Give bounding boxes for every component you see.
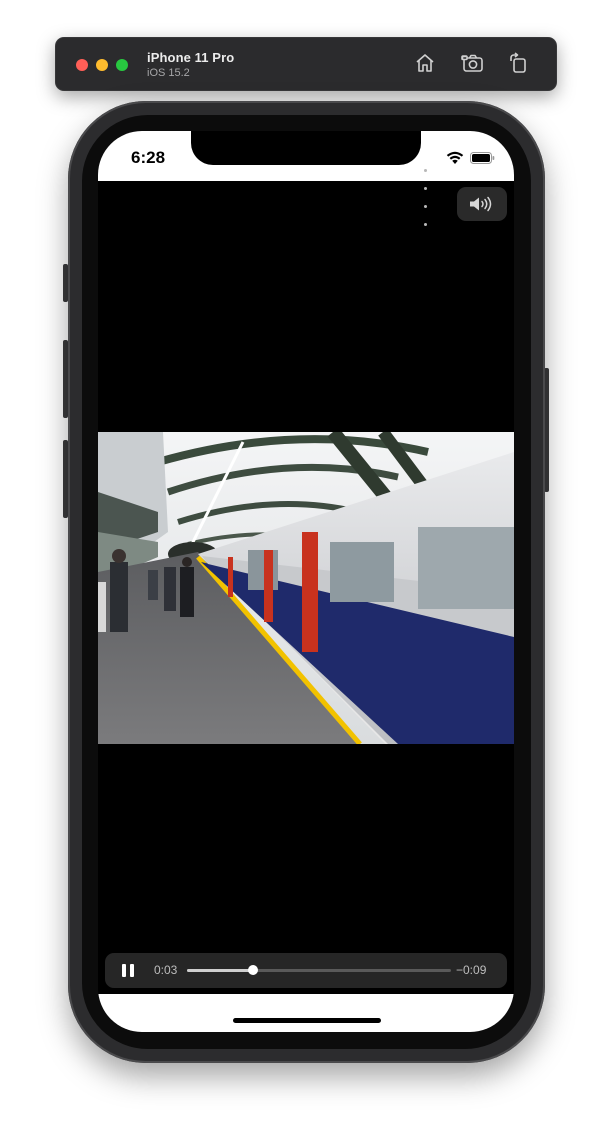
- signal-icon: [424, 159, 429, 231]
- notch: [191, 131, 421, 165]
- window-minimize-button[interactable]: [96, 59, 108, 71]
- device-screen: 6:28 0:03 −0:09: [98, 131, 514, 1032]
- status-bar: 6:28: [98, 131, 514, 226]
- volume-button[interactable]: [457, 187, 507, 221]
- video-content: [98, 432, 514, 744]
- screenshot-button[interactable]: [461, 51, 485, 75]
- battery-icon: [470, 152, 495, 164]
- home-indicator-area: [98, 994, 514, 1032]
- playback-controls: 0:03 −0:09: [105, 953, 507, 988]
- screenshot-icon: [461, 54, 483, 72]
- status-time: 6:28: [131, 148, 166, 167]
- progress-fill: [187, 969, 253, 972]
- rotate-button[interactable]: [507, 51, 531, 75]
- video-frame[interactable]: [98, 432, 514, 744]
- home-icon: [416, 54, 434, 72]
- pause-button[interactable]: [122, 964, 134, 977]
- window-close-button[interactable]: [76, 59, 88, 71]
- simulator-toolbar: iPhone 11 Pro iOS 15.2: [55, 37, 557, 91]
- home-button[interactable]: [413, 51, 437, 75]
- elapsed-time: 0:03: [154, 963, 178, 977]
- rotate-icon: [510, 52, 526, 73]
- wifi-icon: [446, 151, 464, 164]
- speaker-volume-icon: [470, 196, 492, 212]
- os-version: iOS 15.2: [147, 67, 190, 79]
- home-indicator[interactable]: [233, 1018, 381, 1023]
- remaining-time: −0:09: [456, 963, 487, 977]
- device-name: iPhone 11 Pro: [147, 50, 235, 65]
- progress-scrubber[interactable]: [187, 965, 451, 975]
- window-zoom-button[interactable]: [116, 59, 128, 71]
- scrubber-thumb[interactable]: [248, 965, 258, 975]
